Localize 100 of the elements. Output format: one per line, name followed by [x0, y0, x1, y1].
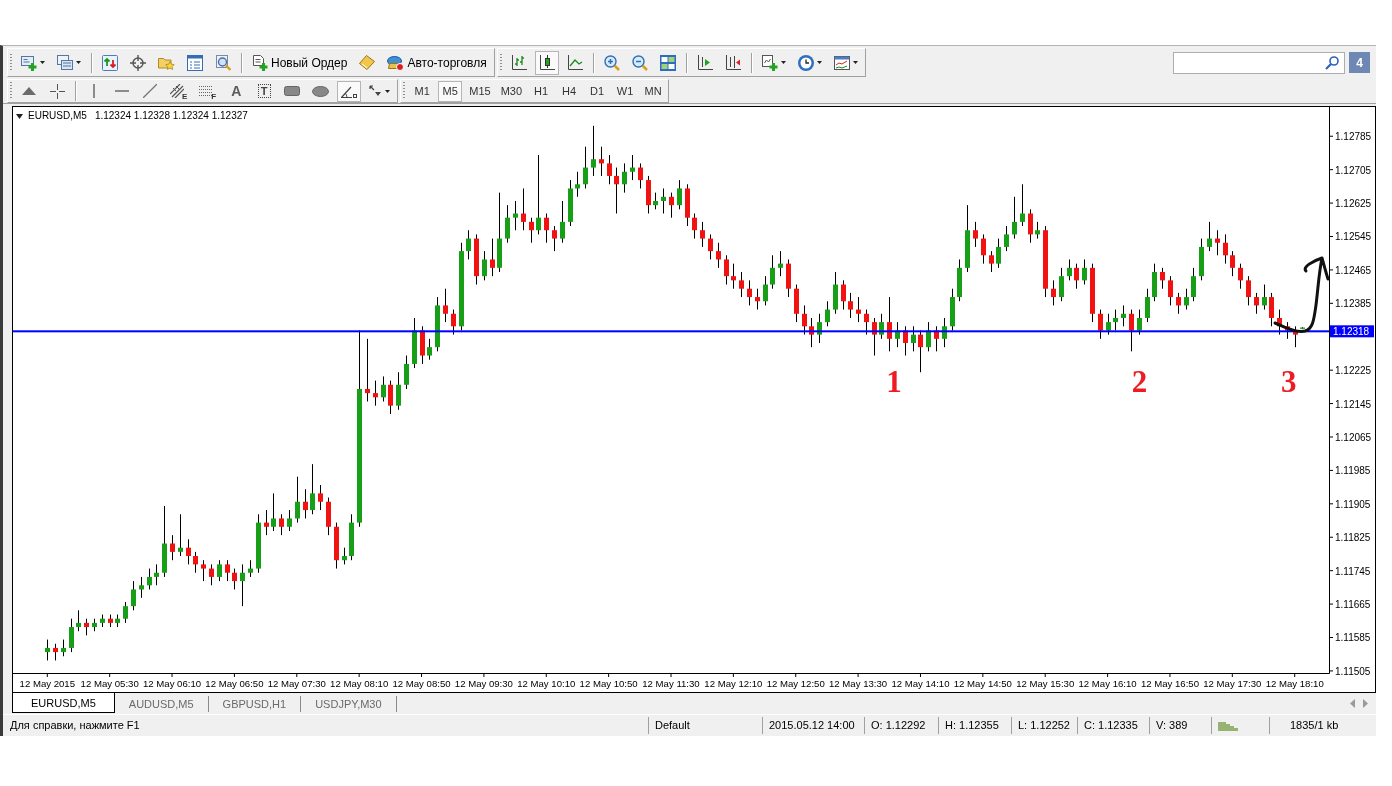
vertical-line-icon — [93, 84, 95, 98]
timeframe-button[interactable]: M5 — [438, 80, 463, 102]
candle-wick — [905, 325, 906, 357]
candle-wick — [913, 325, 914, 352]
up-down-arrows-icon — [102, 54, 118, 71]
candle-wick — [1295, 325, 1296, 348]
channel-icon — [170, 84, 184, 98]
candle-wick — [726, 254, 727, 286]
candle-wick — [780, 250, 781, 277]
time-label: 12 May 06:50 — [205, 678, 264, 689]
candle-wick — [624, 162, 625, 194]
candle-wick — [749, 279, 750, 306]
candle-body — [497, 238, 502, 268]
time-label: 12 May 14:10 — [891, 678, 950, 689]
candle-wick — [227, 559, 228, 582]
candle-wick — [975, 221, 976, 248]
cap-icon — [387, 54, 405, 71]
candle-wick — [640, 162, 641, 189]
candle-wick — [702, 221, 703, 248]
bar-chart-icon — [510, 55, 527, 70]
candle-wick — [632, 154, 633, 181]
candle-body — [560, 221, 565, 239]
volume: V: 389 — [1149, 717, 1211, 734]
candle-wick — [1279, 309, 1280, 336]
timeframe-button[interactable]: MN — [641, 80, 666, 102]
time-label: 12 May 09:30 — [454, 678, 513, 689]
candle-wick — [874, 317, 875, 357]
candle-wick — [47, 639, 48, 661]
zoom-out-icon — [631, 54, 648, 71]
scroll-right-icon[interactable] — [1363, 699, 1368, 708]
time-label: 12 May 08:10 — [330, 678, 389, 689]
arrows-icon — [369, 85, 383, 97]
candle-wick — [936, 325, 937, 352]
candles-chart-button[interactable] — [534, 50, 559, 75]
candle-body — [568, 188, 573, 222]
candle-body — [318, 493, 323, 502]
timeframe-button[interactable]: M30 — [497, 80, 526, 102]
candle-body — [685, 188, 690, 218]
candle-wick — [1076, 263, 1077, 290]
candle-body — [381, 384, 386, 398]
candle-wick — [398, 371, 399, 411]
candle-body — [802, 313, 807, 327]
price-label: 1.12545 — [1335, 231, 1372, 243]
candle-wick — [819, 313, 820, 344]
scroll-left-icon[interactable] — [1350, 699, 1355, 708]
candle-body — [1098, 313, 1103, 331]
price-label: 1.11985 — [1335, 465, 1371, 477]
text-tool-button[interactable]: A — [224, 80, 249, 102]
candle-wick — [1053, 279, 1054, 306]
chart-tab[interactable]: AUDUSD,M5 — [114, 695, 209, 712]
channel-tool-button[interactable]: E — [166, 80, 192, 102]
tile-windows-icon — [659, 54, 676, 71]
fibonacci-tool-button[interactable]: F — [195, 80, 221, 102]
candle-body — [583, 167, 588, 185]
candle-body — [420, 330, 425, 356]
price-label: 1.11665 — [1335, 599, 1371, 611]
candle-body — [692, 217, 697, 231]
candle-body — [1152, 272, 1157, 298]
candle-body — [1043, 230, 1048, 289]
candle-body — [786, 263, 791, 289]
crosshair-icon — [49, 83, 65, 99]
chart-tab[interactable]: USDJPY,M30 — [301, 695, 397, 712]
chart-tab[interactable]: GBPUSD,H1 — [208, 695, 302, 712]
candle-wick — [523, 187, 524, 231]
chart-tab[interactable]: EURUSD,M5 — [12, 693, 115, 713]
time-label: 12 May 07:30 — [267, 678, 326, 689]
triangle-icon — [22, 87, 36, 95]
ref-line-label: 1.12318 — [1333, 326, 1370, 338]
search-field[interactable] — [1173, 51, 1345, 74]
candle-wick — [133, 580, 134, 611]
candle-wick — [663, 187, 664, 214]
candle-wick — [172, 534, 173, 561]
candle-body — [973, 230, 978, 239]
candle-wick — [468, 229, 469, 260]
candle-wick — [453, 309, 454, 336]
candle-wick — [531, 217, 532, 244]
candle-wick — [983, 233, 984, 265]
timeframe-button[interactable]: M1 — [410, 80, 435, 102]
chart-annotation: 3 — [1281, 363, 1297, 399]
timeframe-button[interactable]: D1 — [585, 80, 610, 102]
candle-wick — [1022, 183, 1023, 227]
timeframe-button[interactable]: H4 — [557, 80, 582, 102]
candle-wick — [1147, 288, 1148, 323]
angle-tool-button[interactable] — [337, 80, 362, 102]
timeframe-button[interactable]: M15 — [466, 80, 494, 102]
candle-body — [778, 263, 783, 268]
candle-wick — [71, 618, 72, 653]
text-label-tool-button[interactable]: T — [252, 80, 277, 102]
timeframe-button[interactable]: H1 — [529, 80, 554, 102]
timeframe-button[interactable]: W1 — [613, 80, 638, 102]
candle-body — [841, 284, 846, 302]
candle-body — [1090, 267, 1095, 314]
crosshair-icon — [130, 54, 146, 71]
autotrading-button[interactable]: Авто-торговля — [383, 50, 491, 75]
messages-button[interactable]: 4 — [1349, 52, 1370, 73]
new-order-button[interactable]: Новый Ордер — [248, 50, 352, 75]
time-label: 12 May 10:50 — [579, 678, 638, 689]
candle-wick — [312, 463, 313, 515]
candle-body — [310, 493, 315, 511]
candle-wick — [585, 146, 586, 189]
